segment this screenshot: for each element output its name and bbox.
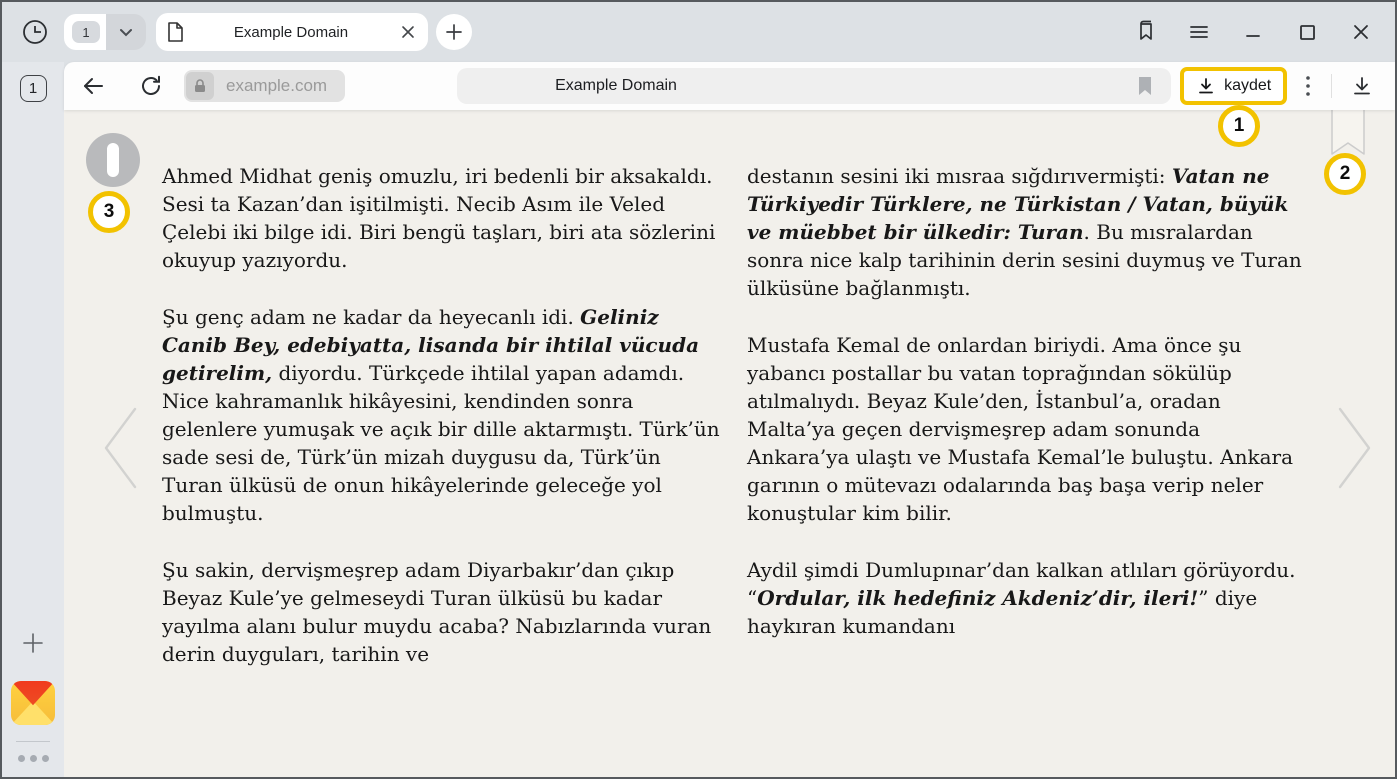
maximize-button[interactable]	[1293, 18, 1321, 46]
url-chip[interactable]: example.com	[184, 70, 345, 102]
clock-icon	[21, 18, 49, 46]
download-icon	[1196, 76, 1216, 96]
bookmark-ribbon-icon[interactable]	[1330, 110, 1366, 158]
tab-group-badge: 1	[72, 21, 100, 43]
next-page-chevron[interactable]	[1332, 405, 1378, 491]
tab-group-count: 1	[64, 14, 106, 50]
annotation-badge-3: 3	[88, 191, 130, 233]
left-sidebar: 1	[2, 62, 64, 777]
page-title: Example Domain	[555, 77, 677, 95]
reader-content: Ahmed Midhat geniş omuzlu, iri bedenli b…	[64, 110, 1395, 777]
reload-button[interactable]	[138, 73, 164, 99]
back-button[interactable]	[80, 73, 106, 99]
annotation-badge-1: 1	[1218, 105, 1260, 147]
panels-icon	[1132, 19, 1158, 45]
paragraph: Şu genç adam ne kadar da heyecanlı idi. …	[162, 303, 722, 527]
plus-icon	[21, 631, 45, 655]
new-tab-button[interactable]	[436, 14, 472, 50]
minimize-icon	[1243, 22, 1263, 42]
download-icon	[1350, 74, 1374, 98]
sidebar-add-button[interactable]	[19, 629, 47, 657]
tab-close-button[interactable]	[398, 22, 418, 42]
close-icon	[1351, 22, 1371, 42]
previous-page-chevron[interactable]	[97, 405, 143, 491]
tab-title: Example Domain	[184, 24, 398, 41]
chevron-down-icon	[118, 24, 134, 40]
toolbar: example.com Example Domain	[64, 62, 1395, 110]
browser-window: 1 Example Domain	[0, 0, 1397, 779]
side-panels-button[interactable]	[1131, 18, 1159, 46]
bookmark-icon[interactable]	[1137, 76, 1153, 96]
text-column-left: Ahmed Midhat geniş omuzlu, iri bedenli b…	[162, 162, 722, 697]
minimize-button[interactable]	[1239, 18, 1267, 46]
toolbar-separator	[1331, 74, 1332, 98]
save-button[interactable]: kaydet	[1180, 67, 1287, 105]
plus-icon	[445, 23, 463, 41]
paragraph: Şu sakin, dervişmeşrep adam Diyarbakır’d…	[162, 556, 722, 668]
body-row: 1	[2, 62, 1395, 777]
tab-strip: 1 Example Domain	[2, 2, 1395, 62]
sidebar-bottom-group	[11, 629, 55, 777]
sidebar-tab-counter[interactable]: 1	[20, 75, 47, 102]
kebab-icon	[1305, 75, 1311, 97]
lock-icon	[186, 72, 214, 100]
close-icon	[401, 25, 415, 39]
url-text: example.com	[214, 76, 343, 96]
reload-icon	[138, 73, 164, 99]
sidebar-divider	[16, 741, 50, 742]
annotation-badge-2: 2	[1324, 153, 1366, 195]
reader-mode-toggle-button[interactable]	[86, 133, 140, 187]
paragraph: Ahmed Midhat geniş omuzlu, iri bedenli b…	[162, 162, 722, 274]
page-icon	[166, 22, 184, 42]
paragraph: destanın sesini iki mısraa sığdırıvermiş…	[747, 162, 1307, 302]
save-button-label: kaydet	[1224, 77, 1271, 95]
yandex-mail-icon[interactable]	[11, 681, 55, 725]
close-window-button[interactable]	[1347, 18, 1375, 46]
tab-example-domain[interactable]: Example Domain	[156, 13, 428, 51]
tab-group-expand[interactable]	[106, 14, 146, 50]
sidebar-more-button[interactable]	[18, 755, 49, 762]
hamburger-icon	[1188, 23, 1210, 41]
page-area: example.com Example Domain	[64, 62, 1395, 777]
menu-button[interactable]	[1185, 18, 1213, 46]
tab-group-pill[interactable]: 1	[64, 14, 146, 50]
paragraph: Aydil şimdi Dumlupınar’dan kalkan atlıla…	[747, 556, 1307, 640]
history-button[interactable]	[20, 17, 50, 47]
back-arrow-icon	[80, 73, 106, 99]
window-controls	[1131, 18, 1375, 46]
smartbox-titlebar[interactable]: Example Domain	[457, 68, 1171, 104]
save-options-button[interactable]	[1297, 73, 1319, 99]
paragraph: Mustafa Kemal de onlardan biriydi. Ama ö…	[747, 331, 1307, 527]
maximize-icon	[1297, 22, 1317, 42]
downloads-button[interactable]	[1348, 72, 1376, 100]
toggle-bar-icon	[107, 143, 119, 177]
text-column-right: destanın sesini iki mısraa sığdırıvermiş…	[747, 162, 1307, 669]
